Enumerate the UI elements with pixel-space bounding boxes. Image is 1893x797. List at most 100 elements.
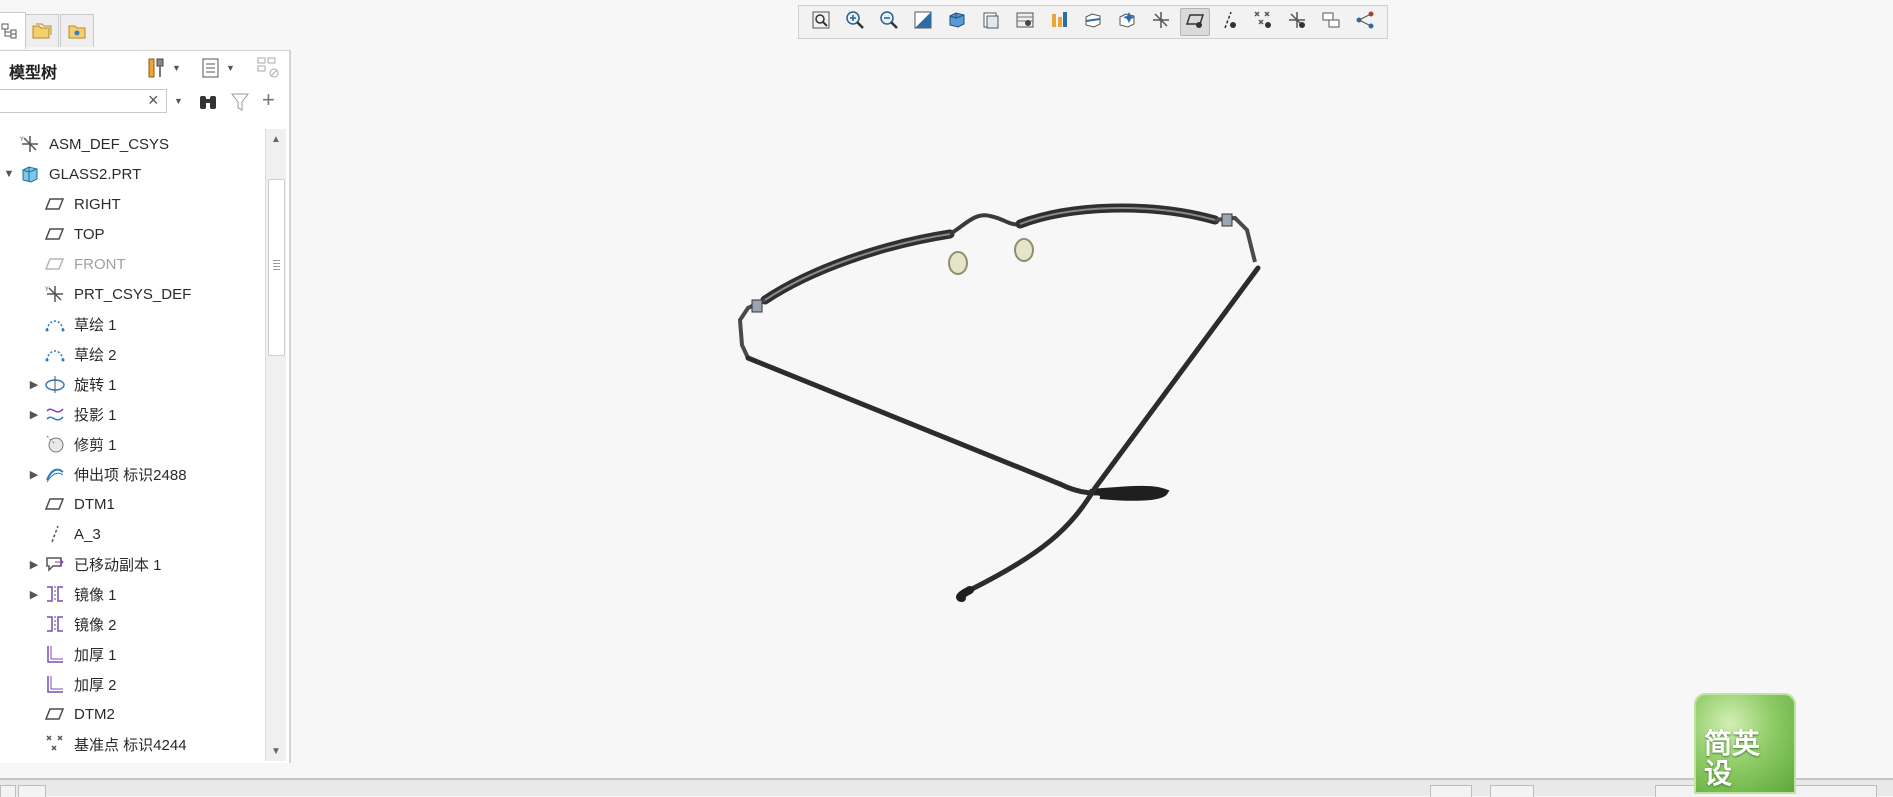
tree-item[interactable]: 修剪 1 [0,429,264,459]
tree-item-label: PRT_CSYS_DEF [74,285,192,303]
navigator-tabs [0,8,100,50]
binoculars-icon [200,96,216,109]
tree-scrollbar[interactable]: ▲ ▼ [265,129,286,761]
tree-item[interactable]: A_3 [0,519,264,549]
tree-item[interactable]: Y ASM_DEF_CSYS [0,129,264,159]
mirror-icon [44,583,66,605]
tree-settings-button[interactable]: ▼ [146,56,181,80]
tree-columns-icon [257,57,279,78]
part-icon [19,163,41,185]
tab-folder-browser[interactable] [25,14,59,47]
tree-item[interactable]: ▶ 伸出项 标识2488 [0,459,264,489]
tree-search-row: × ▼ + [0,87,289,117]
tree-item-label: GLASS2.PRT [49,165,142,183]
status-bar-segment[interactable] [1430,785,1472,797]
find-button[interactable] [197,91,219,117]
expand-icon[interactable]: ▶ [28,588,40,601]
tree-item-label: 修剪 1 [74,436,117,454]
thicken-icon [44,673,66,695]
tree-item[interactable]: 基准点 标识4244 [0,729,264,759]
tree-item[interactable]: 草绘 1 [0,309,264,339]
filter-button[interactable] [230,91,250,117]
chevron-down-icon[interactable]: ▼ [174,96,183,106]
expand-icon[interactable]: ▶ [28,408,40,421]
model-viewport[interactable] [289,0,1893,778]
tree-search-input[interactable] [0,89,167,113]
ime-status-badge[interactable]: 简英设 [1694,693,1796,794]
grip-icon [273,260,280,272]
tree-item-label: A_3 [74,525,101,543]
tree-columns-button[interactable] [256,56,282,80]
folder-browser-icon [32,23,52,39]
csys-icon: Y [19,133,41,155]
tree-item-label: 旋转 1 [74,376,117,394]
thicken-icon [44,643,66,665]
scroll-up-icon[interactable]: ▲ [266,129,286,149]
tree-item-label: DTM2 [74,705,115,723]
tools-icon [148,58,164,78]
trim-icon [44,433,66,455]
mirror-icon [44,613,66,635]
tree-item-label: 草绘 1 [74,316,117,334]
tree-item[interactable]: ▶ 镜像 1 [0,579,264,609]
datum-plane-icon [44,223,66,245]
projection-icon [44,403,66,425]
tree-item-label: TOP [74,225,105,243]
tree-item[interactable]: DTM1 [0,489,264,519]
moved-copy-icon [44,553,66,575]
datum-plane-icon [44,193,66,215]
tree-item[interactable]: 草绘 2 [0,339,264,369]
tree-item-label: 草绘 2 [74,346,117,364]
status-bar-segment [18,785,46,797]
tree-item-label: 基准点 标识4244 [74,736,187,754]
tree-item[interactable]: Y PRT_CSYS_DEF [0,279,264,309]
tab-model-tree[interactable] [0,12,26,49]
chevron-down-icon: ▼ [172,63,181,73]
expand-icon[interactable]: ▶ [28,558,40,571]
tree-item-label: RIGHT [74,195,121,213]
status-bar-segment[interactable] [1490,785,1534,797]
datum-axis-icon [44,523,66,545]
status-bar-segment [0,785,16,797]
expand-icon[interactable]: ▶ [28,468,40,481]
datum-plane-icon [44,703,66,725]
expand-icon[interactable]: ▶ [28,378,40,391]
tree-item[interactable]: TOP [0,219,264,249]
tree-item-label: FRONT [74,255,126,273]
tree-item[interactable]: 加厚 2 [0,669,264,699]
tree-item[interactable]: DTM2 [0,699,264,729]
datum-plane-icon [44,253,66,275]
model-tree-panel: 模型树 ▼ ▼ × ▼ + Y ASM_DEF_CSYS ▼ GLASS2.PR… [0,50,291,763]
tree-item[interactable]: ▼ GLASS2.PRT [0,159,264,189]
tree-item[interactable]: FRONT [0,249,264,279]
tree-item[interactable]: RIGHT [0,189,264,219]
sketch-icon [44,313,66,335]
tree-item[interactable]: ▶ 旋转 1 [0,369,264,399]
scrollbar-thumb[interactable] [268,179,285,356]
eyeglasses-model [737,203,1261,602]
chevron-down-icon: ▼ [226,63,235,73]
tree-item[interactable]: ▶ 投影 1 [0,399,264,429]
show-options-button[interactable]: ▼ [200,56,235,80]
tree-item[interactable]: 加厚 1 [0,639,264,669]
svg-text:Y: Y [19,136,24,143]
list-options-icon [202,58,219,78]
tree-item[interactable]: ▶ 已移动副本 1 [0,549,264,579]
sketch-icon [44,343,66,365]
add-icon[interactable]: + [262,89,275,111]
collapse-icon[interactable]: ▼ [3,168,15,180]
panel-title: 模型树 [9,63,58,82]
favorites-folder-icon [68,25,86,39]
revolve-icon [44,373,66,395]
model-tree-header: 模型树 ▼ ▼ [0,51,289,85]
csys-icon: Y [44,283,66,305]
protrusion-icon [44,463,66,485]
scroll-down-icon[interactable]: ▼ [266,741,286,761]
tree-item-label: 镜像 1 [74,586,117,604]
clear-icon[interactable]: × [148,90,159,111]
tab-favorites[interactable] [60,14,94,47]
tree-item[interactable]: 镜像 2 [0,609,264,639]
ime-badge-text: 简英设 [1704,727,1761,790]
tree-item-label: 加厚 2 [74,676,117,694]
status-bar [0,778,1893,797]
